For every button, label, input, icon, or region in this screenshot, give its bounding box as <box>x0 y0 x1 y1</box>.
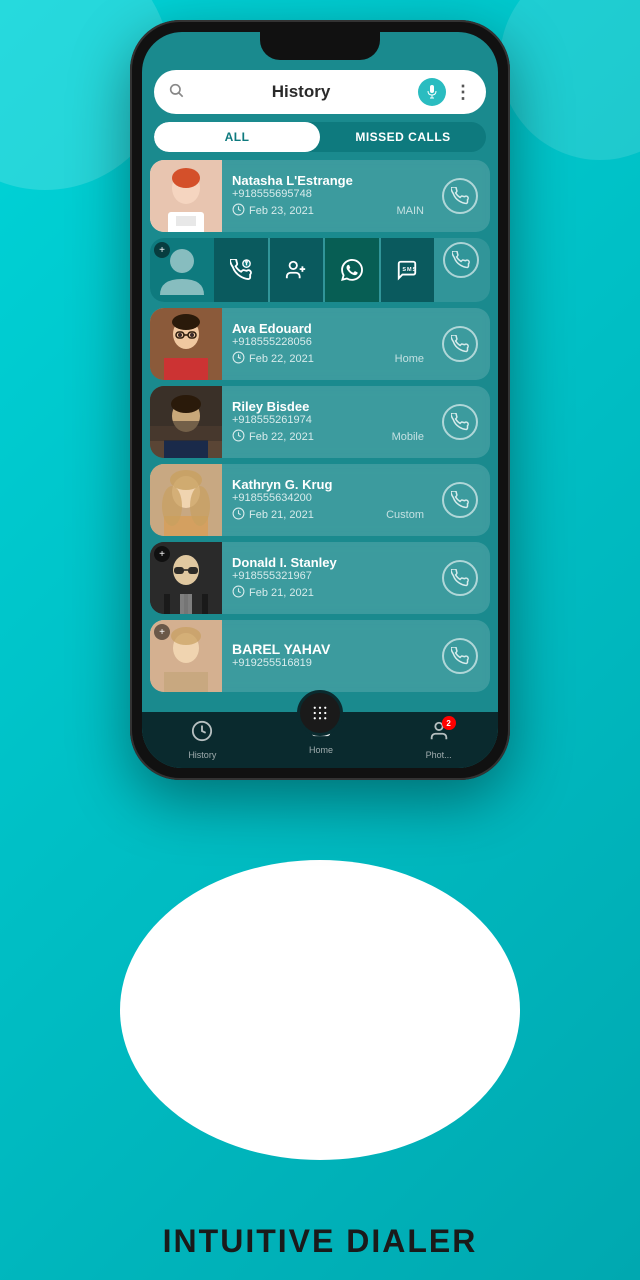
contact-date-ava: Feb 22, 2021 <box>249 353 314 365</box>
contact-name-kathryn: Kathryn G. Krug <box>232 477 428 492</box>
call-button-natasha[interactable] <box>438 174 482 218</box>
contact-number-natasha: +918555695748 <box>232 188 428 200</box>
contact-label-kathryn: Custom <box>386 509 428 521</box>
call-history-icon-riley <box>232 429 245 445</box>
tab-all[interactable]: ALL <box>154 122 320 152</box>
history-nav-icon <box>191 720 213 748</box>
photos-nav-label: Phot... <box>426 750 452 760</box>
call-history-icon-ava <box>232 351 245 367</box>
contact-label-riley: Mobile <box>392 431 428 443</box>
app-tagline: INTUITIVE DIALER <box>163 1223 478 1260</box>
avatar-donald: + <box>150 542 222 614</box>
dialpad-button[interactable] <box>297 690 343 736</box>
contact-info-riley: Riley Bisdee +918555261974 Feb 22, 2021 … <box>222 391 438 453</box>
nav-photos[interactable]: 2 Phot... <box>426 720 452 760</box>
bg-decor-circle-bottom <box>120 860 520 1160</box>
search-title: History <box>192 82 410 102</box>
contact-name-riley: Riley Bisdee <box>232 399 428 414</box>
contact-date-kathryn: Feb 21, 2021 <box>249 509 314 521</box>
call-history-icon-donald <box>232 585 245 601</box>
contact-name-donald: Donald I. Stanley <box>232 555 428 570</box>
contact-info-ava: Ava Edouard +918555228056 Feb 22, 2021 <box>222 313 438 375</box>
phone-notch <box>260 32 380 60</box>
bottom-nav: History Home <box>142 712 498 768</box>
phone-screen: History ⋮ ALL MISSED CALLS <box>142 32 498 768</box>
contact-card-kathryn[interactable]: Kathryn G. Krug +918555634200 Feb 21, 20… <box>150 464 490 536</box>
avatar-natasha <box>150 160 222 232</box>
contact-info-donald: Donald I. Stanley +918555321967 Feb 21, … <box>222 547 438 609</box>
search-icon <box>168 82 184 103</box>
photos-badge: 2 <box>442 716 456 730</box>
contact-label-natasha: MAIN <box>397 205 429 217</box>
action-sms-button[interactable]: SMS <box>381 238 435 302</box>
call-button-unknown[interactable] <box>436 238 486 282</box>
contact-number-barel: +919255516819 <box>232 657 428 669</box>
photos-icon-wrapper: 2 <box>428 720 450 748</box>
contact-card-natasha[interactable]: Natasha L'Estrange +918555695748 Feb 23,… <box>150 160 490 232</box>
home-nav-label: Home <box>309 745 333 755</box>
call-history-icon-kathryn <box>232 507 245 523</box>
contact-number-ava: +918555228056 <box>232 336 428 348</box>
call-button-kathryn[interactable] <box>438 478 482 522</box>
avatar-ava <box>150 308 222 380</box>
avatar-riley <box>150 386 222 458</box>
contact-date-donald: Feb 21, 2021 <box>249 587 314 599</box>
contact-info-kathryn: Kathryn G. Krug +918555634200 Feb 21, 20… <box>222 469 438 531</box>
contact-card-ava[interactable]: Ava Edouard +918555228056 Feb 22, 2021 <box>150 308 490 380</box>
tab-missed[interactable]: MISSED CALLS <box>320 122 486 152</box>
avatar-barel: + <box>150 620 222 692</box>
contact-card-donald[interactable]: + <box>150 542 490 614</box>
call-button-barel[interactable] <box>438 634 482 678</box>
contact-date-natasha: Feb 23, 2021 <box>249 205 314 217</box>
add-contact-badge-barel: + <box>154 624 170 640</box>
action-add-contact-button[interactable] <box>270 238 324 302</box>
contact-card-barel[interactable]: + BAREL YAHAV +919255516819 <box>150 620 490 692</box>
call-button-donald[interactable] <box>438 556 482 600</box>
contact-name-ava: Ava Edouard <box>232 321 428 336</box>
contact-info-natasha: Natasha L'Estrange +918555695748 Feb 23,… <box>222 165 438 227</box>
contact-info-barel: BAREL YAHAV +919255516819 <box>222 633 438 680</box>
history-nav-label: History <box>188 750 216 760</box>
contact-name-barel: BAREL YAHAV <box>232 641 428 657</box>
call-button-ava[interactable] <box>438 322 482 366</box>
contact-expanded-row: + <box>150 238 490 302</box>
phone-frame: History ⋮ ALL MISSED CALLS <box>130 20 510 780</box>
contact-list: Natasha L'Estrange +918555695748 Feb 23,… <box>142 160 498 712</box>
add-contact-badge-donald: + <box>154 546 170 562</box>
mic-button[interactable] <box>418 78 446 106</box>
contact-card-riley[interactable]: Riley Bisdee +918555261974 Feb 22, 2021 … <box>150 386 490 458</box>
call-history-icon-natasha <box>232 203 245 219</box>
svg-text:SMS: SMS <box>403 267 418 273</box>
contact-number-riley: +918555261974 <box>232 414 428 426</box>
avatar-unknown: + <box>150 238 214 302</box>
action-info-button[interactable] <box>214 238 268 302</box>
app-background: History ⋮ ALL MISSED CALLS <box>0 0 640 1280</box>
search-bar[interactable]: History ⋮ <box>154 70 486 114</box>
contact-number-kathryn: +918555634200 <box>232 492 428 504</box>
call-button-riley[interactable] <box>438 400 482 444</box>
tab-bar: ALL MISSED CALLS <box>154 122 486 152</box>
contact-label-ava: Home <box>395 353 428 365</box>
action-buttons-row: SMS <box>214 238 490 302</box>
contact-number-donald: +918555321967 <box>232 570 428 582</box>
nav-history[interactable]: History <box>188 720 216 760</box>
contact-date-riley: Feb 22, 2021 <box>249 431 314 443</box>
action-whatsapp-button[interactable] <box>325 238 379 302</box>
more-menu-button[interactable]: ⋮ <box>454 82 472 103</box>
avatar-kathryn <box>150 464 222 536</box>
bg-decor-circle-tr <box>500 0 640 160</box>
contact-name-natasha: Natasha L'Estrange <box>232 173 428 188</box>
